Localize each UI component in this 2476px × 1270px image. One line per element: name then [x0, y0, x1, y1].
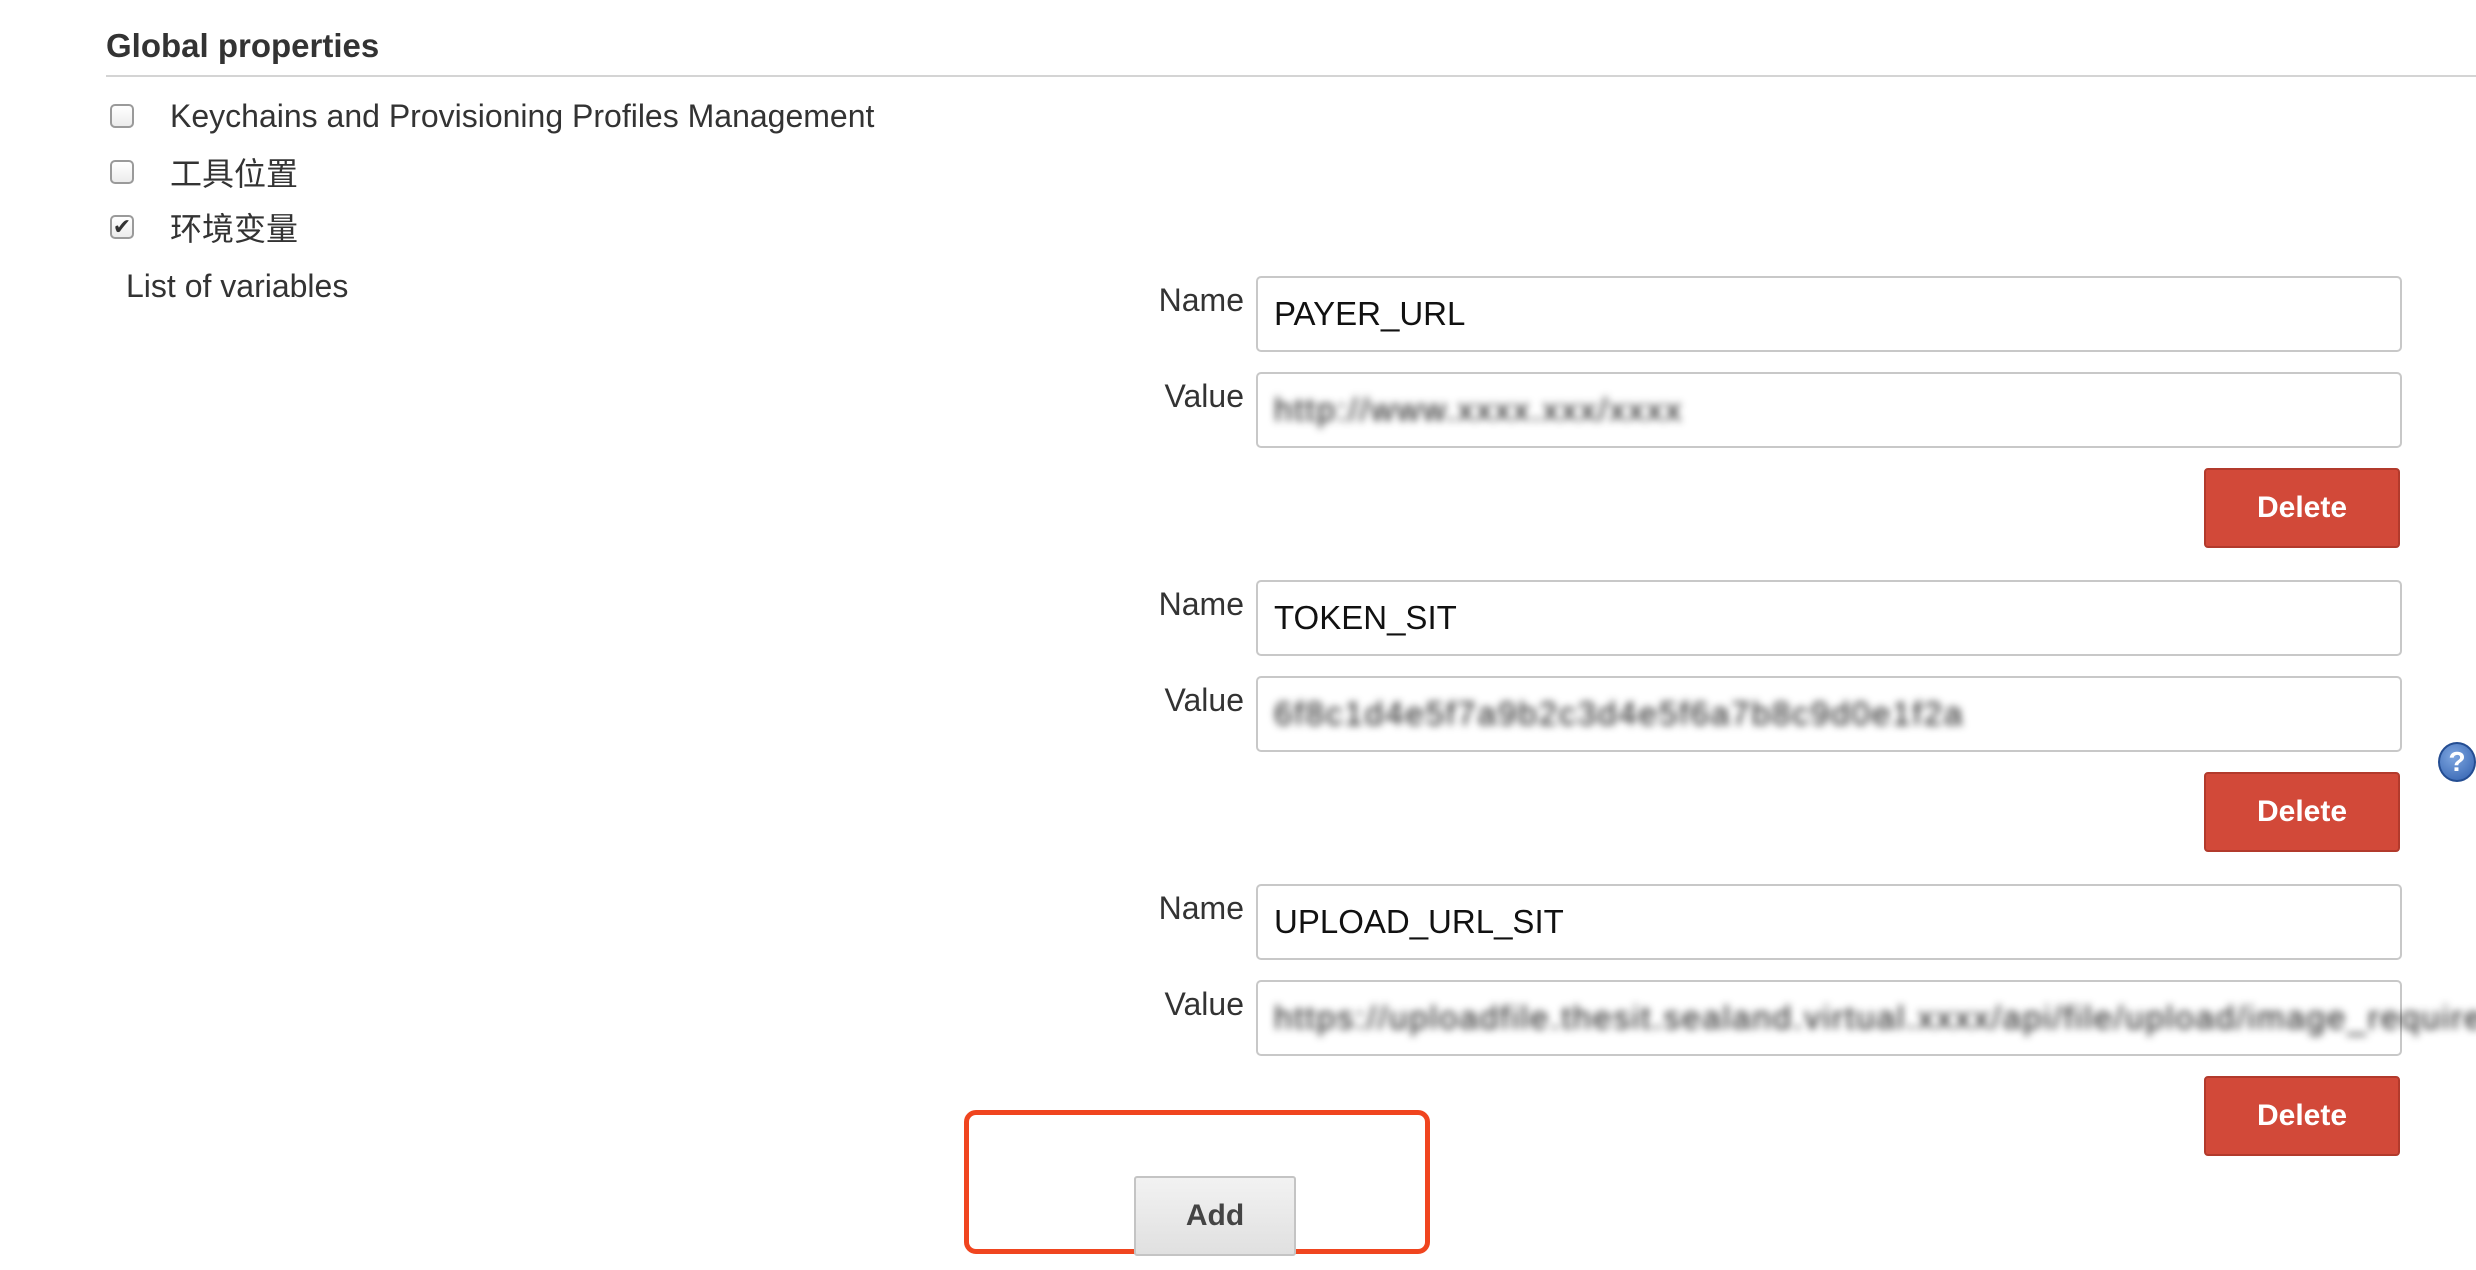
keychains-checkbox[interactable] [110, 104, 134, 128]
tool-locations-checkbox-label: 工具位置 [170, 156, 299, 192]
variable-value-input[interactable]: http://www.xxxx.xxx/xxxx [1256, 372, 2402, 448]
variable-name-value: UPLOAD_URL_SIT [1274, 903, 1564, 940]
variable-value-text: https://uploadfile.thesit.sealand.virtua… [1274, 999, 2476, 1036]
value-label: Value [1164, 378, 1244, 414]
checkbox-row-env-vars[interactable]: ✔ 环境变量 [110, 205, 298, 249]
keychains-checkbox-label: Keychains and Provisioning Profiles Mana… [170, 97, 875, 134]
variable-value-input[interactable]: https://uploadfile.thesit.sealand.virtua… [1256, 980, 2476, 1056]
variable-value-text: http://www.xxxx.xxx/xxxx [1274, 391, 1684, 428]
help-icon[interactable]: ? [2438, 742, 2476, 782]
variable-name-value: PAYER_URL [1274, 295, 1466, 332]
delete-button[interactable]: Delete [2204, 772, 2400, 852]
variable-name-input[interactable]: PAYER_URL [1256, 276, 2402, 352]
name-label: Name [1158, 890, 1244, 926]
name-label: Name [1158, 282, 1244, 318]
list-of-variables-label: List of variables [126, 268, 349, 304]
checkbox-row-tool-locations[interactable]: 工具位置 [110, 150, 298, 194]
value-label: Value [1164, 986, 1244, 1022]
value-label: Value [1164, 682, 1244, 718]
variable-name-input[interactable]: UPLOAD_URL_SIT [1256, 884, 2402, 960]
checkmark-icon: ✔ [112, 214, 132, 239]
section-title: Global properties [106, 27, 380, 64]
name-label: Name [1158, 586, 1244, 622]
env-vars-checkbox-label: 环境变量 [170, 211, 299, 247]
checkbox-row-keychains[interactable]: Keychains and Provisioning Profiles Mana… [110, 94, 874, 138]
delete-button[interactable]: Delete [2204, 468, 2400, 548]
variable-name-input[interactable]: TOKEN_SIT [1256, 580, 2402, 656]
env-vars-checkbox[interactable]: ✔ [110, 215, 134, 239]
tool-locations-checkbox[interactable] [110, 160, 134, 184]
add-button[interactable]: Add [1134, 1176, 1296, 1256]
delete-button[interactable]: Delete [2204, 1076, 2400, 1156]
variable-value-text: 6f8c1d4e5f7a9b2c3d4e5f6a7b8c9d0e1f2a [1274, 695, 1965, 732]
section-divider [106, 75, 2476, 77]
variable-value-input[interactable]: 6f8c1d4e5f7a9b2c3d4e5f6a7b8c9d0e1f2a [1256, 676, 2402, 752]
variable-name-value: TOKEN_SIT [1274, 599, 1457, 636]
